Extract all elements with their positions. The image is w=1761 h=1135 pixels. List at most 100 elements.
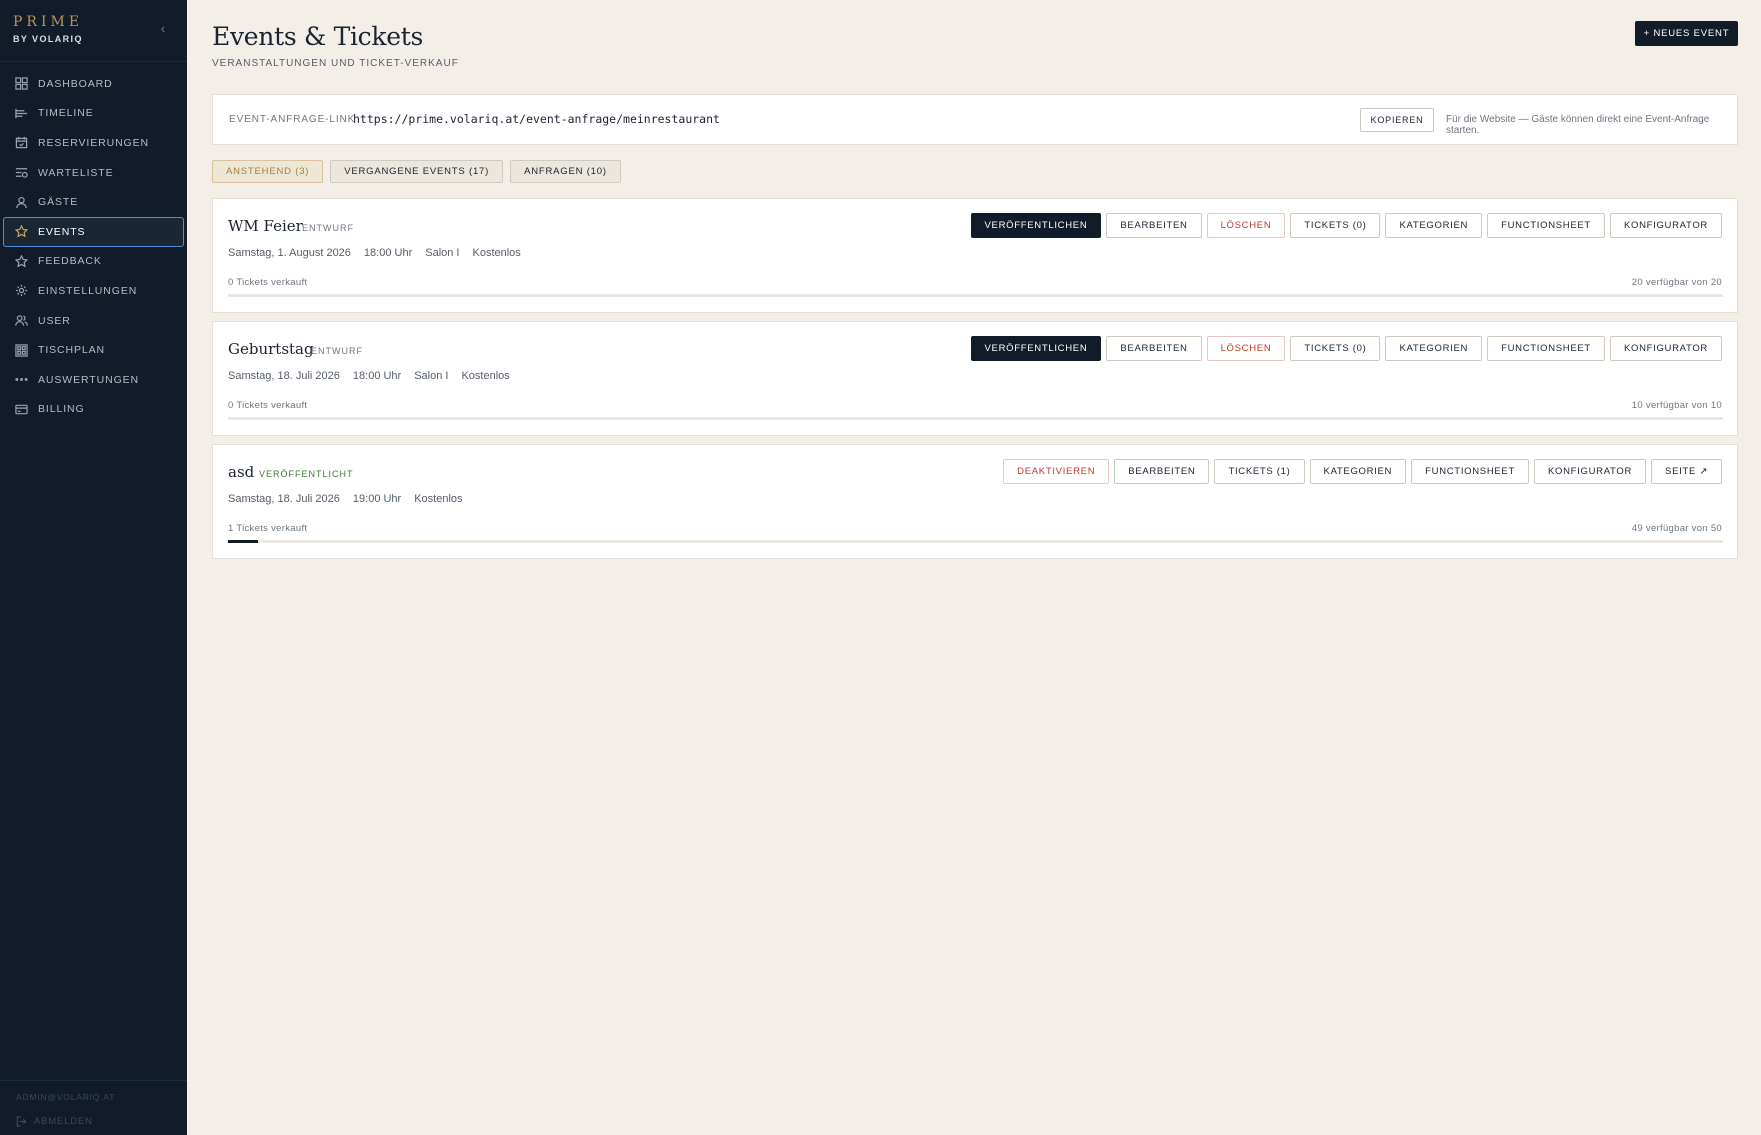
sidebar-item-label: RESERVIERUNGEN	[38, 136, 150, 149]
tickets-button[interactable]: TICKETS (1)	[1214, 459, 1305, 484]
sidebar-item-label: USER	[38, 314, 71, 327]
event-request-link-bar: EVENT-ANFRAGE-LINK https://prime.volariq…	[212, 94, 1738, 145]
sidebar-item-user[interactable]: USER	[0, 306, 187, 336]
event-status-badge: ENTWURF	[302, 223, 354, 233]
event-meta: Samstag, 18. Juli 2026 19:00 Uhr Kostenl…	[228, 493, 463, 505]
event-actions: VERÖFFENTLICHEN BEARBEITEN LÖSCHEN TICKE…	[970, 213, 1722, 238]
gear-icon	[14, 284, 28, 298]
event-actions: VERÖFFENTLICHEN BEARBEITEN LÖSCHEN TICKE…	[970, 336, 1722, 361]
event-page-link-button[interactable]: SEITE ↗	[1651, 459, 1722, 484]
logout-button[interactable]: ABMELDEN	[16, 1116, 93, 1127]
configurator-button[interactable]: KONFIGURATOR	[1609, 336, 1722, 361]
event-card: WM Feier ENTWURF Samstag, 1. August 2026…	[212, 198, 1738, 313]
delete-button[interactable]: LÖSCHEN	[1206, 213, 1286, 238]
event-date: Samstag, 18. Juli 2026	[228, 370, 340, 382]
event-price: Kostenlos	[414, 493, 463, 505]
page-subtitle: VERANSTALTUNGEN UND TICKET-VERKAUF	[212, 58, 459, 69]
sidebar: PRIME BY VOLARIQ ‹ DASHBOARD TIMELINE RE…	[0, 0, 187, 1135]
sidebar-item-label: TIMELINE	[38, 107, 94, 120]
ticket-progress-fill	[228, 540, 258, 543]
delete-button[interactable]: LÖSCHEN	[1206, 336, 1286, 361]
event-price: Kostenlos	[472, 247, 521, 259]
edit-button[interactable]: BEARBEITEN	[1106, 336, 1202, 361]
tickets-button[interactable]: TICKETS (0)	[1290, 213, 1381, 238]
event-title: Geburtstag	[228, 340, 314, 358]
categories-button[interactable]: KATEGORIEN	[1385, 336, 1483, 361]
sidebar-item-gaeste[interactable]: GÄSTE	[0, 187, 187, 217]
tickets-available: 20 verfügbar von 20	[1631, 277, 1722, 288]
users-icon	[14, 314, 28, 328]
event-request-link-label: EVENT-ANFRAGE-LINK	[229, 114, 356, 125]
sidebar-item-label: EVENTS	[38, 225, 86, 238]
categories-button[interactable]: KATEGORIEN	[1309, 459, 1407, 484]
tickets-button[interactable]: TICKETS (0)	[1290, 336, 1381, 361]
event-room: Salon I	[425, 247, 460, 259]
categories-button[interactable]: KATEGORIEN	[1385, 213, 1483, 238]
sidebar-item-dashboard[interactable]: DASHBOARD	[0, 69, 187, 99]
user-icon	[14, 195, 28, 209]
main-content: Events & Tickets VERANSTALTUNGEN UND TIC…	[187, 0, 1761, 1135]
sidebar-item-billing[interactable]: BILLING	[0, 395, 187, 425]
publish-button[interactable]: VERÖFFENTLICHEN	[970, 336, 1102, 361]
configurator-button[interactable]: KONFIGURATOR	[1533, 459, 1647, 484]
sidebar-item-label: FEEDBACK	[38, 255, 102, 268]
brand-sub: BY VOLARIQ	[13, 34, 83, 44]
card-icon	[14, 402, 28, 416]
sidebar-item-reservierungen[interactable]: RESERVIERUNGEN	[0, 128, 187, 158]
functionsheet-button[interactable]: FUNCTIONSHEET	[1487, 336, 1605, 361]
event-time: 18:00 Uhr	[363, 247, 413, 259]
tickets-sold: 0 Tickets verkauft	[228, 277, 308, 288]
event-date: Samstag, 18. Juli 2026	[228, 493, 340, 505]
tickets-available: 49 verfügbar von 50	[1631, 523, 1722, 534]
edit-button[interactable]: BEARBEITEN	[1106, 213, 1202, 238]
event-price: Kostenlos	[461, 370, 510, 382]
sidebar-item-auswertungen[interactable]: AUSWERTUNGEN	[0, 365, 187, 395]
sidebar-item-label: EINSTELLUNGEN	[38, 284, 138, 297]
configurator-button[interactable]: KONFIGURATOR	[1609, 213, 1722, 238]
new-event-button[interactable]: + NEUES EVENT	[1635, 21, 1738, 46]
page-title: Events & Tickets	[212, 22, 423, 51]
sidebar-bottom-divider	[0, 1080, 187, 1081]
sidebar-item-feedback[interactable]: FEEDBACK	[0, 247, 187, 277]
copy-link-button[interactable]: KOPIEREN	[1360, 108, 1434, 132]
functionsheet-button[interactable]: FUNCTIONSHEET	[1487, 213, 1605, 238]
event-status-badge: ENTWURF	[311, 346, 363, 356]
sidebar-nav: DASHBOARD TIMELINE RESERVIERUNGEN WARTEL…	[0, 69, 187, 424]
functionsheet-button[interactable]: FUNCTIONSHEET	[1411, 459, 1529, 484]
event-actions: DEAKTIVIEREN BEARBEITEN TICKETS (1) KATE…	[1003, 459, 1722, 484]
logout-label: ABMELDEN	[34, 1116, 93, 1127]
sidebar-item-label: TISCHPLAN	[38, 344, 106, 357]
sidebar-item-einstellungen[interactable]: EINSTELLUNGEN	[0, 276, 187, 306]
sidebar-item-events[interactable]: EVENTS	[3, 216, 184, 247]
tab-upcoming[interactable]: ANSTEHEND (3)	[212, 160, 324, 183]
sidebar-item-label: AUSWERTUNGEN	[38, 373, 140, 386]
event-status-badge: VERÖFFENTLICHT	[259, 469, 354, 479]
timeline-icon	[14, 106, 28, 120]
event-request-link-url[interactable]: https://prime.volariq.at/event-anfrage/m…	[353, 112, 720, 126]
edit-button[interactable]: BEARBEITEN	[1114, 459, 1210, 484]
tab-past-events[interactable]: VERGANGENE EVENTS (17)	[330, 160, 504, 183]
sidebar-item-label: WARTELISTE	[38, 166, 114, 179]
sidebar-item-tischplan[interactable]: TISCHPLAN	[0, 335, 187, 365]
event-date: Samstag, 1. August 2026	[228, 247, 351, 259]
star-outline-icon	[14, 254, 28, 268]
waitlist-icon	[14, 166, 28, 180]
publish-button[interactable]: VERÖFFENTLICHEN	[970, 213, 1102, 238]
sidebar-item-label: BILLING	[38, 403, 85, 416]
ticket-progress-bar	[228, 417, 1723, 420]
logout-icon	[16, 1116, 27, 1127]
tab-requests[interactable]: ANFRAGEN (10)	[510, 160, 621, 183]
sidebar-item-timeline[interactable]: TIMELINE	[0, 99, 187, 129]
deactivate-button[interactable]: DEAKTIVIEREN	[1003, 459, 1110, 484]
sidebar-item-warteliste[interactable]: WARTELISTE	[0, 158, 187, 188]
calendar-icon	[14, 136, 28, 150]
tickets-available: 10 verfügbar von 10	[1631, 400, 1722, 411]
event-tabs: ANSTEHEND (3) VERGANGENE EVENTS (17) ANF…	[212, 160, 621, 183]
ticket-progress-bar	[228, 540, 1723, 543]
brand-logo[interactable]: PRIME BY VOLARIQ	[13, 14, 83, 44]
collapse-sidebar-icon[interactable]: ‹	[156, 20, 170, 36]
user-email: ADMIN@VOLARIQ.AT	[16, 1092, 116, 1102]
star-icon	[14, 225, 28, 239]
dots-icon	[14, 373, 28, 387]
event-time: 18:00 Uhr	[352, 370, 402, 382]
